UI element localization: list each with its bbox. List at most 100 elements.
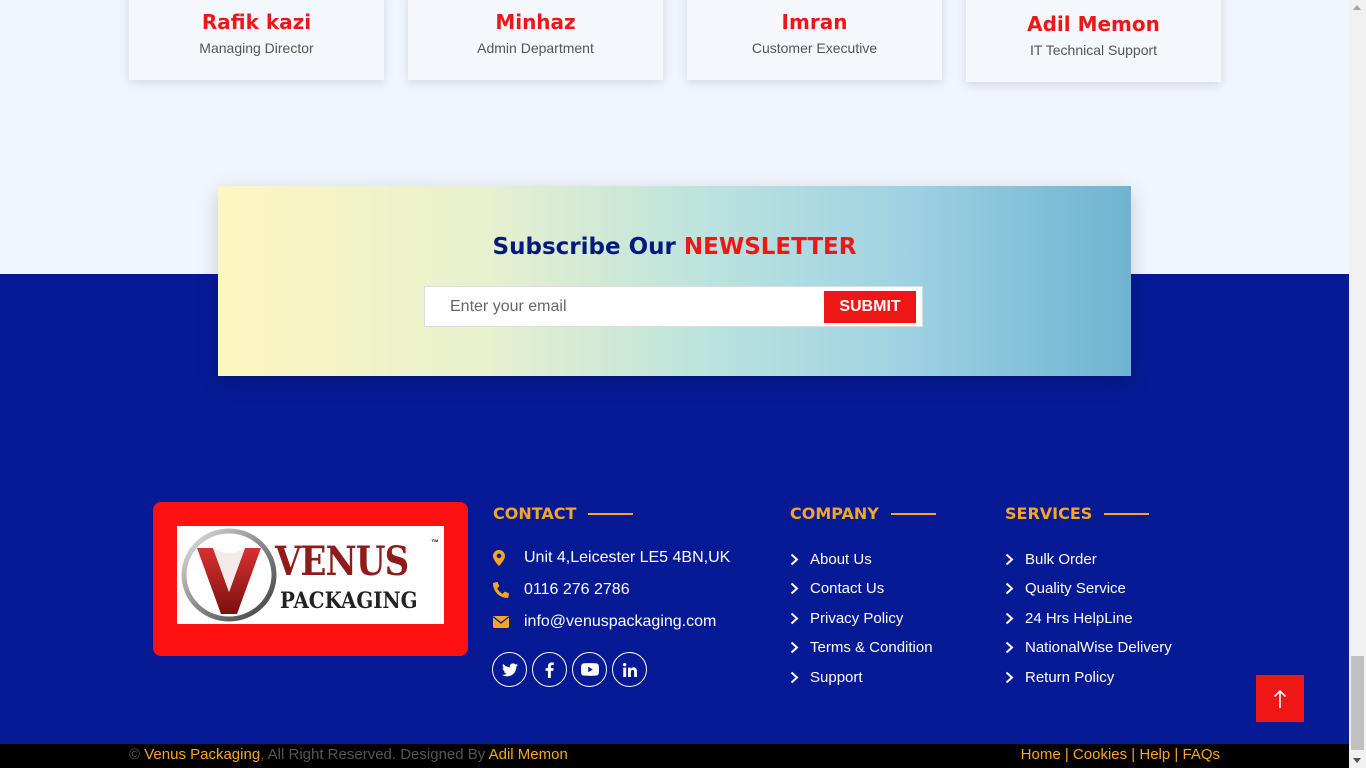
copyright-bar: © Venus Packaging, All Right Reserved. D… <box>0 744 1349 768</box>
youtube-icon <box>580 663 599 676</box>
footer-link-label: Bulk Order <box>1025 551 1097 568</box>
youtube-link[interactable] <box>572 652 607 687</box>
team-member-name: Minhaz <box>495 10 576 34</box>
contact-email[interactable]: info@venuspackaging.com <box>493 613 716 631</box>
chevron-right-icon <box>1005 612 1025 625</box>
footer-link-label: Terms & Condition <box>810 639 933 656</box>
newsletter-box: Subscribe Our NEWSLETTER SUBMIT <box>218 186 1131 376</box>
footer-link-privacy-policy[interactable]: Privacy Policy <box>790 610 903 627</box>
back-to-top-button[interactable] <box>1256 675 1304 722</box>
contact-address-text: Unit 4,Leicester LE5 4BN,UK <box>524 549 731 566</box>
brand-link[interactable]: Venus Packaging <box>144 746 260 763</box>
team-member-role: IT Technical Support <box>1029 42 1158 58</box>
footer-link-label: 24 Hrs HelpLine <box>1025 610 1133 627</box>
venus-packaging-logo: VENUS ™ PACKAGING <box>177 526 444 624</box>
team-member-role: Managing Director <box>199 40 314 56</box>
chevron-right-icon <box>790 612 810 625</box>
chevron-right-icon <box>1005 553 1025 566</box>
logo-subtitle: PACKAGING <box>280 588 418 614</box>
footer-link-terms[interactable]: Terms & Condition <box>790 639 933 656</box>
venus-v-emblem-icon <box>181 528 277 622</box>
team-member-role: Admin Department <box>477 40 594 56</box>
logo-trademark: ™ <box>431 538 439 547</box>
separator: | <box>1174 746 1179 763</box>
facebook-link[interactable] <box>532 652 567 687</box>
chevron-right-icon <box>790 553 810 566</box>
designer-link[interactable]: Adil Memon <box>489 746 568 763</box>
contact-phone-text: 0116 276 2786 <box>524 581 630 598</box>
footer-link-label: Privacy Policy <box>810 610 904 627</box>
team-card: Adil Memon IT Technical Support <box>966 0 1221 82</box>
page-scrollbar[interactable] <box>1349 0 1366 768</box>
footer-link-support[interactable]: Support <box>790 669 863 686</box>
scrollbar-thumb[interactable] <box>1351 656 1364 750</box>
team-member-name: Adil Memon <box>1027 12 1160 36</box>
team-card: Rafik kazi Managing Director <box>129 0 384 80</box>
bottom-links: Home | Cookies | Help | FAQs <box>1021 746 1220 763</box>
bottom-link-help[interactable]: Help <box>1139 746 1170 763</box>
bottom-link-faqs[interactable]: FAQs <box>1182 746 1220 763</box>
linkedin-link[interactable] <box>612 652 647 687</box>
company-heading: COMPANY <box>790 504 936 523</box>
services-heading: SERVICES <box>1005 504 1150 523</box>
scroll-down-arrow-icon[interactable] <box>1353 758 1361 763</box>
team-member-name: Imran <box>781 10 848 34</box>
logo-wordmark: VENUS <box>275 538 409 585</box>
separator: | <box>1064 746 1069 763</box>
contact-heading-label: CONTACT <box>493 504 577 523</box>
bottom-link-home[interactable]: Home <box>1021 746 1061 763</box>
newsletter-title-accent: NEWSLETTER <box>683 234 857 260</box>
copyright-text: © Venus Packaging, All Right Reserved. D… <box>129 746 568 763</box>
arrow-up-icon <box>1273 689 1287 708</box>
envelope-icon <box>493 616 524 628</box>
footer-link-label: Return Policy <box>1025 669 1115 686</box>
team-member-name: Rafik kazi <box>201 10 312 34</box>
footer-link-return-policy[interactable]: Return Policy <box>1005 669 1114 686</box>
page: Rafik kazi Managing Director Minhaz Admi… <box>0 0 1349 768</box>
chevron-right-icon <box>790 671 810 684</box>
team-member-role: Customer Executive <box>751 40 878 56</box>
chevron-right-icon <box>1005 641 1025 654</box>
chevron-right-icon <box>1005 671 1025 684</box>
rights-text: , All Right Reserved. Designed By <box>260 746 486 763</box>
footer-link-label: Contact Us <box>810 580 885 597</box>
team-card: Imran Customer Executive <box>687 0 942 80</box>
newsletter-submit-button[interactable]: SUBMIT <box>824 291 916 323</box>
footer-link-delivery[interactable]: NationalWise Delivery <box>1005 639 1172 656</box>
copyright-symbol: © <box>129 746 141 763</box>
heading-underline <box>1104 512 1150 515</box>
company-heading-label: COMPANY <box>790 504 879 523</box>
footer-link-bulk-order[interactable]: Bulk Order <box>1005 551 1097 568</box>
newsletter-form: SUBMIT <box>424 286 923 327</box>
footer-link-label: About Us <box>810 551 872 568</box>
twitter-icon <box>501 662 518 676</box>
team-card: Minhaz Admin Department <box>408 0 663 80</box>
footer-link-helpline[interactable]: 24 Hrs HelpLine <box>1005 610 1133 627</box>
scroll-up-arrow-icon[interactable] <box>1353 5 1361 10</box>
phone-icon <box>493 582 524 598</box>
footer-link-label: NationalWise Delivery <box>1025 639 1172 656</box>
chevron-right-icon <box>790 582 810 595</box>
newsletter-title: Subscribe Our NEWSLETTER <box>218 234 1131 260</box>
heading-underline <box>890 512 936 515</box>
footer-link-about-us[interactable]: About Us <box>790 551 872 568</box>
contact-email-text: info@venuspackaging.com <box>524 613 717 630</box>
bottom-link-cookies[interactable]: Cookies <box>1073 746 1127 763</box>
footer-link-label: Quality Service <box>1025 580 1126 597</box>
footer-link-label: Support <box>810 669 863 686</box>
chevron-right-icon <box>1005 582 1025 595</box>
footer-logo-box[interactable]: VENUS ™ PACKAGING <box>153 502 468 656</box>
footer-link-quality-service[interactable]: Quality Service <box>1005 580 1126 597</box>
newsletter-title-main: Subscribe Our <box>492 234 676 260</box>
footer-link-contact-us[interactable]: Contact Us <box>790 580 884 597</box>
contact-heading: CONTACT <box>493 504 634 523</box>
contact-address: Unit 4,Leicester LE5 4BN,UK <box>493 549 730 567</box>
twitter-link[interactable] <box>492 652 527 687</box>
linkedin-icon <box>622 662 637 677</box>
contact-phone[interactable]: 0116 276 2786 <box>493 581 630 599</box>
heading-underline <box>588 512 634 515</box>
facebook-icon <box>545 661 554 678</box>
services-heading-label: SERVICES <box>1005 504 1093 523</box>
newsletter-email-input[interactable] <box>425 287 823 326</box>
separator: | <box>1131 746 1136 763</box>
